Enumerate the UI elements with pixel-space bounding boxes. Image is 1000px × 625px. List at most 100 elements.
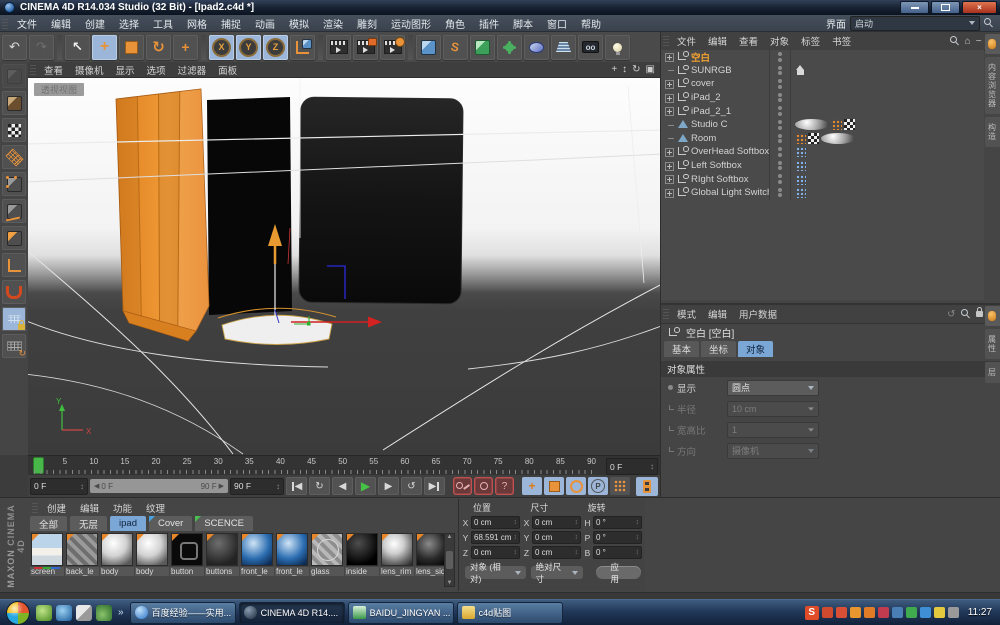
coordinate-input[interactable]: 0 cm ↕ <box>471 546 520 559</box>
om-minus-icon[interactable]: − <box>976 36 982 47</box>
taskbar-clock[interactable]: 11:27 <box>968 607 992 618</box>
align-workplane-button[interactable]: ↻ <box>2 334 26 358</box>
lock-z-axis[interactable]: Z <box>263 35 288 60</box>
material-thumbnail[interactable] <box>136 533 168 566</box>
add-environment-button[interactable] <box>524 35 549 60</box>
render-settings-button[interactable] <box>380 35 405 60</box>
material-item[interactable]: button <box>170 533 204 576</box>
material-item[interactable]: body <box>100 533 134 576</box>
material-thumbnail[interactable] <box>101 533 133 566</box>
menu-item[interactable]: 编辑 <box>44 16 78 31</box>
redo-button[interactable]: ↷ <box>29 35 54 60</box>
material-thumbnail[interactable] <box>206 533 238 566</box>
tray-icon[interactable] <box>822 607 833 618</box>
render-view-button[interactable] <box>326 35 351 60</box>
close-button[interactable]: × <box>962 1 997 14</box>
menu-item[interactable]: 窗口 <box>540 16 574 31</box>
viewport-canvas[interactable]: Y X <box>28 78 660 455</box>
apply-button[interactable]: 应用 <box>596 566 641 579</box>
add-primitive-button[interactable] <box>416 35 441 60</box>
taskbar-task[interactable]: BAIDU_JINGYAN ... <box>348 602 454 624</box>
attribute-control[interactable]: 1 <box>727 422 819 438</box>
visibility-dots[interactable] <box>769 132 791 146</box>
material-item[interactable]: glass <box>310 533 344 576</box>
object-manager-menu-item[interactable]: 书签 <box>826 34 857 48</box>
object-tag-icon[interactable] <box>795 187 806 198</box>
attribute-control[interactable]: 摄像机 <box>727 443 819 459</box>
material-tab[interactable]: 无层 <box>70 516 107 531</box>
object-tag-icon[interactable] <box>795 119 829 130</box>
object-row[interactable]: Room <box>661 132 984 146</box>
object-name[interactable]: OverHead Softbox <box>691 146 769 157</box>
minimize-button[interactable] <box>900 1 929 14</box>
viewport-zoom-icon[interactable]: ↕ <box>622 64 627 75</box>
goto-end-button[interactable]: ▶ <box>424 477 445 495</box>
expand-toggle-icon[interactable] <box>664 79 674 89</box>
previous-frame-button[interactable]: ◀ <box>332 477 353 495</box>
key-scale-toggle[interactable] <box>544 477 564 495</box>
material-thumbnail[interactable] <box>276 533 308 566</box>
object-row[interactable]: 空白 <box>661 50 984 64</box>
menu-item[interactable]: 捕捉 <box>214 16 248 31</box>
menu-item[interactable]: 选择 <box>112 16 146 31</box>
menu-item[interactable]: 脚本 <box>506 16 540 31</box>
lock-y-axis[interactable]: Y <box>236 35 261 60</box>
object-name[interactable]: Room <box>691 133 769 144</box>
frame-range-slider[interactable]: ◀ 0 F 90 F ▶ <box>90 479 228 493</box>
tray-icon[interactable] <box>864 607 875 618</box>
live-selection-tool[interactable]: ↖ <box>65 35 90 60</box>
object-row[interactable]: iPad_2 <box>661 91 984 105</box>
material-menu-item[interactable]: 编辑 <box>73 501 106 515</box>
texture-mode-button[interactable] <box>2 118 26 142</box>
object-manager-menu-item[interactable]: 编辑 <box>702 34 733 48</box>
material-item[interactable]: back_le <box>65 533 99 576</box>
timeline-ruler[interactable]: 051015202530354045505560657075808590 0 F… <box>28 455 660 475</box>
objects-tab[interactable] <box>985 34 1000 54</box>
attribute-menu-item[interactable]: 编辑 <box>702 307 733 321</box>
add-deformer-button[interactable] <box>497 35 522 60</box>
object-tag-icon[interactable] <box>821 133 855 144</box>
object-tag-icon[interactable] <box>795 146 806 157</box>
scroll-down-icon[interactable]: ▼ <box>447 580 453 586</box>
workplane-mode-button[interactable] <box>2 145 26 169</box>
visibility-dots[interactable] <box>769 64 791 78</box>
keyframe-help-button[interactable]: ? <box>495 477 514 495</box>
material-item[interactable]: inside <box>345 533 379 576</box>
image-viewer-icon[interactable] <box>76 605 92 621</box>
object-name[interactable]: Left Softbox <box>691 160 769 171</box>
expand-toggle-icon[interactable] <box>664 65 674 75</box>
om-home-icon[interactable]: ⌂ <box>965 36 971 47</box>
expand-toggle-icon[interactable] <box>664 120 674 130</box>
expand-toggle-icon[interactable] <box>664 52 674 62</box>
taskbar-task[interactable]: c4d贴图 <box>457 602 563 624</box>
dock-tab[interactable]: 构造 <box>985 117 1000 147</box>
coordinate-input[interactable]: 0 cm ↕ <box>532 546 581 559</box>
ruler-track[interactable]: 051015202530354045505560657075808590 <box>28 456 602 475</box>
material-item[interactable]: screen <box>30 533 64 576</box>
move-tool[interactable]: + <box>92 35 117 60</box>
start-button[interactable] <box>6 601 30 625</box>
tray-icon[interactable] <box>934 607 945 618</box>
object-name[interactable]: RIght Softbox <box>691 174 769 185</box>
material-thumbnail[interactable] <box>346 533 378 566</box>
add-spline-button[interactable]: S <box>443 35 468 60</box>
menu-item[interactable]: 雕刻 <box>350 16 384 31</box>
object-name[interactable]: 空白 <box>691 50 769 64</box>
lock-workplane-button[interactable] <box>2 307 26 331</box>
material-item[interactable]: front_le <box>275 533 309 576</box>
render-region-button[interactable] <box>353 35 378 60</box>
material-thumbnail[interactable] <box>241 533 273 566</box>
attribute-menu-item[interactable]: 用户数据 <box>733 307 783 321</box>
object-row[interactable]: cover <box>661 77 984 91</box>
visibility-dots[interactable] <box>769 118 791 132</box>
coordinate-mode-dropdown[interactable]: 对象 (相对) <box>465 566 526 579</box>
tray-icon[interactable] <box>878 607 889 618</box>
object-row[interactable]: iPad_2_1 <box>661 104 984 118</box>
add-camera-button[interactable]: oo <box>578 35 603 60</box>
material-menu-item[interactable]: 功能 <box>106 501 139 515</box>
next-frame-button[interactable]: ▶ <box>378 477 399 495</box>
tray-icon[interactable] <box>948 607 959 618</box>
object-row[interactable]: Studio C <box>661 118 984 132</box>
play-preview-button[interactable]: ↻ <box>309 477 330 495</box>
last-tool[interactable]: + <box>173 35 198 60</box>
